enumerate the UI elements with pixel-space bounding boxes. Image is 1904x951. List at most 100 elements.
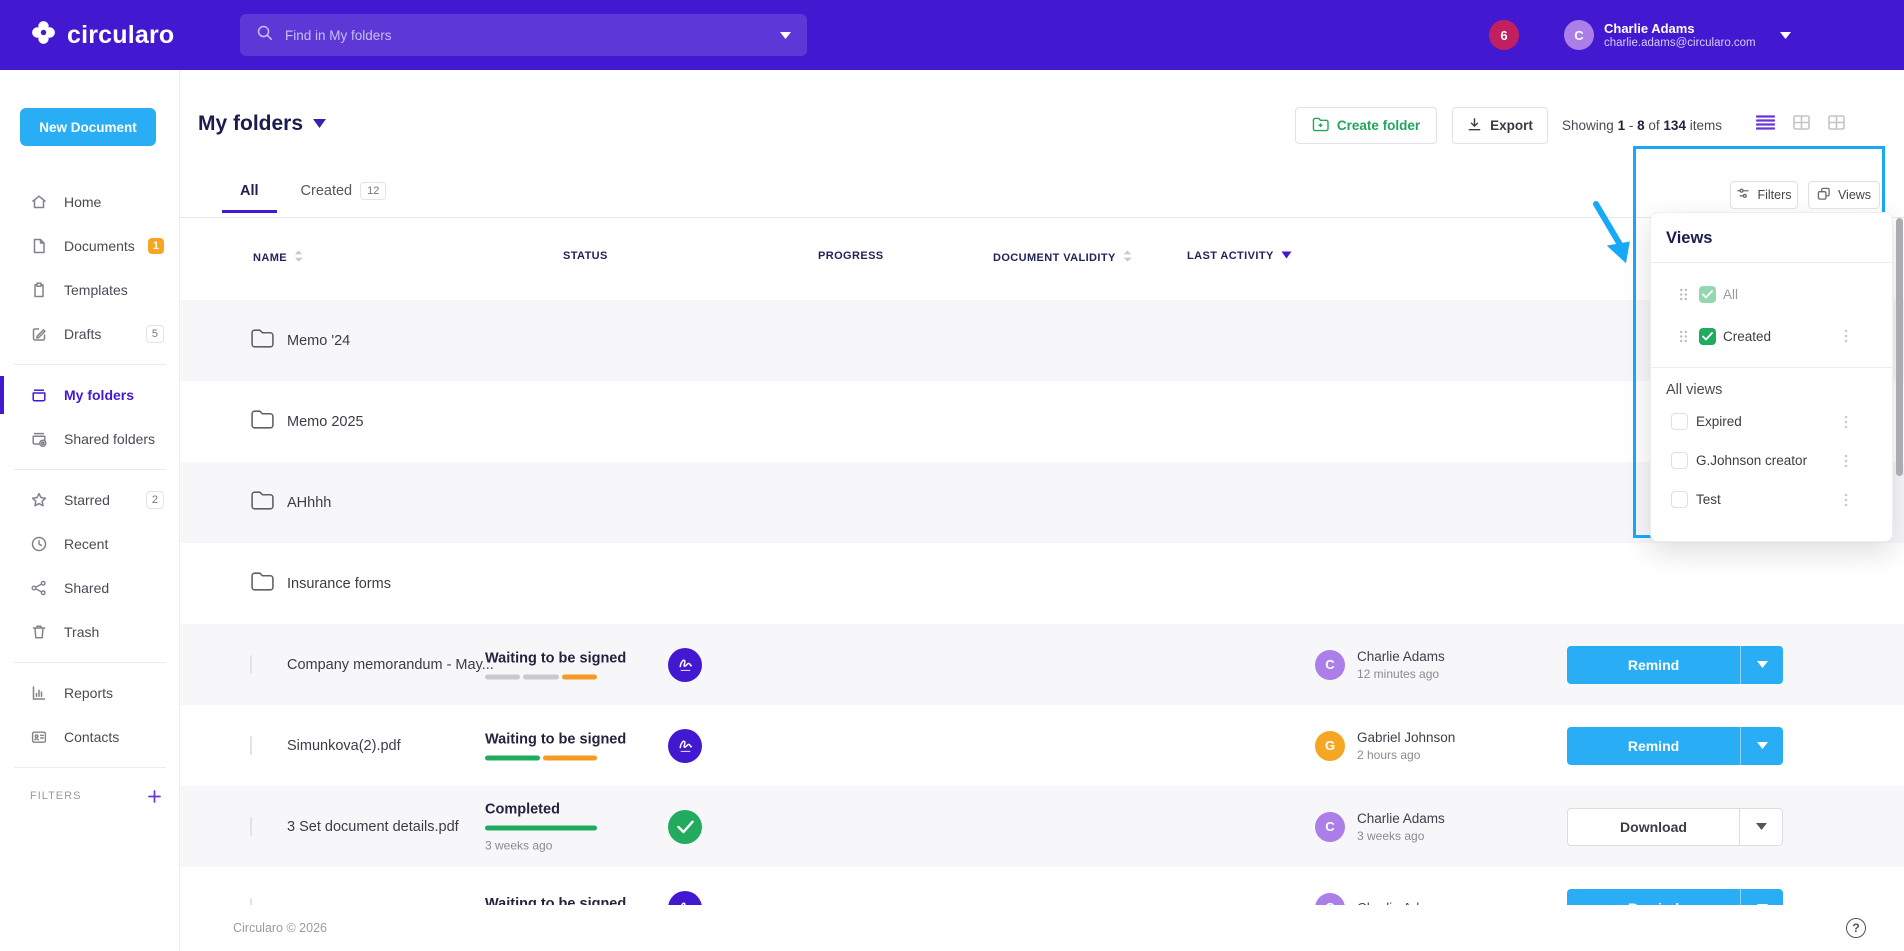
view-label: Test	[1696, 492, 1721, 507]
notifications-badge[interactable]: 6	[1489, 20, 1519, 50]
table-view-icon[interactable]	[1793, 115, 1810, 130]
table-row-folder[interactable]: Insurance forms	[180, 543, 1904, 624]
top-bar: circularo 6 C Charlie Adams charlie.adam…	[0, 0, 1904, 70]
sidebar-item-recent[interactable]: Recent	[0, 522, 180, 566]
app-logo[interactable]: circularo	[30, 0, 174, 70]
view-item-all[interactable]: All	[1651, 273, 1892, 315]
view-label: All	[1723, 287, 1738, 302]
shared-folders-icon	[30, 430, 48, 448]
download-button[interactable]: Download	[1568, 809, 1739, 845]
table-row-document[interactable]: Company memorandum - May... Waiting to b…	[180, 624, 1904, 705]
grid-view-icon[interactable]	[1828, 115, 1845, 130]
action-dropdown-caret-icon[interactable]	[1741, 727, 1783, 765]
kebab-menu-icon[interactable]	[1844, 415, 1848, 429]
main-content: My folders Create folder Export Showing …	[180, 70, 1904, 951]
views-button[interactable]: Views	[1808, 181, 1880, 209]
view-checkbox-unchecked[interactable]	[1671, 413, 1688, 430]
sidebar-item-starred[interactable]: Starred 2	[0, 478, 180, 522]
filters-button[interactable]: Filters	[1730, 181, 1798, 209]
table-row-document[interactable]: 3 Set document details.pdf Completed 3 w…	[180, 786, 1904, 867]
kebab-menu-icon[interactable]	[1844, 329, 1848, 343]
document-thumbnail	[250, 656, 252, 674]
sidebar-item-contacts[interactable]: Contacts	[0, 715, 180, 759]
user-menu[interactable]: C Charlie Adams charlie.adams@circularo.…	[1564, 20, 1791, 50]
row-name[interactable]: AHhhh	[287, 495, 331, 511]
clock-icon	[30, 535, 48, 553]
remind-button[interactable]: Remind	[1567, 727, 1740, 765]
column-header-last-activity[interactable]: LAST ACTIVITY	[1187, 250, 1292, 262]
status-text: Waiting to be signed	[485, 731, 615, 747]
new-document-button[interactable]: New Document	[20, 108, 156, 146]
row-name[interactable]: 3 Set document details.pdf	[287, 819, 459, 835]
tab-all[interactable]: All	[240, 183, 259, 213]
sidebar-item-shared[interactable]: Shared	[0, 566, 180, 610]
drag-handle-icon[interactable]	[1679, 288, 1688, 301]
kebab-menu-icon[interactable]	[1844, 493, 1848, 507]
sidebar-filters-section: FILTERS	[0, 776, 180, 816]
download-split-button: Download	[1567, 808, 1783, 846]
view-item-test[interactable]: Test	[1651, 480, 1892, 519]
remind-split-button: Remind	[1567, 727, 1783, 765]
views-icon	[1817, 187, 1831, 204]
list-view-icon[interactable]	[1756, 115, 1775, 130]
row-name[interactable]: Simunkova(2).pdf	[287, 738, 401, 754]
row-name[interactable]: Memo 2025	[287, 414, 364, 430]
remind-button[interactable]: Remind	[1567, 646, 1740, 684]
view-checkbox-checked[interactable]	[1699, 328, 1716, 345]
sidebar-item-shared-folders[interactable]: Shared folders	[0, 417, 180, 461]
row-name[interactable]: Insurance forms	[287, 576, 391, 592]
vertical-scrollbar[interactable]	[1896, 218, 1903, 476]
action-dropdown-caret-icon[interactable]	[1741, 646, 1783, 684]
folder-icon	[250, 409, 275, 435]
export-button[interactable]: Export	[1452, 107, 1548, 144]
tab-created[interactable]: Created 12	[301, 182, 387, 214]
column-header-status[interactable]: STATUS	[563, 250, 608, 262]
table-row-document[interactable]: Simunkova(2).pdf Waiting to be signed G …	[180, 705, 1904, 786]
actor-time: 12 minutes ago	[1357, 667, 1445, 681]
search-input[interactable]	[285, 28, 780, 43]
view-item-created[interactable]: Created	[1651, 315, 1892, 357]
sidebar-item-drafts[interactable]: Drafts 5	[0, 312, 180, 356]
sidebar-item-templates[interactable]: Templates	[0, 268, 180, 312]
sidebar-item-reports[interactable]: Reports	[0, 671, 180, 715]
actor-avatar: C	[1315, 650, 1345, 680]
page-title[interactable]: My folders	[198, 112, 326, 136]
column-header-progress[interactable]: PROGRESS	[818, 250, 884, 262]
all-views-list: Expired G.Johnson creator Test	[1651, 402, 1892, 519]
view-item-expired[interactable]: Expired	[1651, 402, 1892, 441]
sidebar-item-documents[interactable]: Documents 1	[0, 224, 180, 268]
global-search[interactable]	[240, 14, 807, 56]
drag-handle-icon[interactable]	[1679, 330, 1688, 343]
actor-avatar: C	[1315, 812, 1345, 842]
column-header-document-validity[interactable]: DOCUMENT VALIDITY	[993, 250, 1132, 265]
actor-time: 2 hours ago	[1357, 748, 1455, 762]
action-dropdown-caret-icon[interactable]	[1740, 809, 1782, 845]
sort-icon[interactable]	[1123, 250, 1132, 265]
user-name: Charlie Adams	[1604, 21, 1756, 36]
search-scope-caret-icon[interactable]	[780, 26, 791, 44]
add-filter-plus-icon[interactable]	[147, 789, 162, 804]
sort-icon[interactable]	[294, 250, 303, 265]
view-item-g-johnson-creator[interactable]: G.Johnson creator	[1651, 441, 1892, 480]
actor-time: 3 weeks ago	[1357, 829, 1445, 843]
contacts-icon	[30, 728, 48, 746]
row-name[interactable]: Memo '24	[287, 333, 350, 349]
create-folder-button[interactable]: Create folder	[1295, 107, 1437, 144]
sort-desc-icon[interactable]	[1281, 250, 1292, 262]
view-checkbox-unchecked[interactable]	[1671, 452, 1688, 469]
pinned-views-list: All Created	[1651, 263, 1892, 357]
sidebar-item-my-folders[interactable]: My folders	[0, 373, 180, 417]
view-checkbox-checked[interactable]	[1699, 286, 1716, 303]
help-icon[interactable]: ?	[1846, 918, 1866, 938]
tabs: All Created 12	[240, 182, 386, 214]
kebab-menu-icon[interactable]	[1844, 454, 1848, 468]
count-badge: 1	[148, 238, 164, 254]
column-header-name[interactable]: NAME	[253, 250, 303, 265]
view-checkbox-unchecked[interactable]	[1671, 491, 1688, 508]
row-name[interactable]: Company memorandum - May...	[287, 657, 494, 673]
template-icon	[30, 281, 48, 299]
sidebar-divider	[14, 767, 166, 768]
user-menu-caret-icon[interactable]	[1780, 26, 1791, 44]
sidebar-item-trash[interactable]: Trash	[0, 610, 180, 654]
sidebar-item-home[interactable]: Home	[0, 180, 180, 224]
